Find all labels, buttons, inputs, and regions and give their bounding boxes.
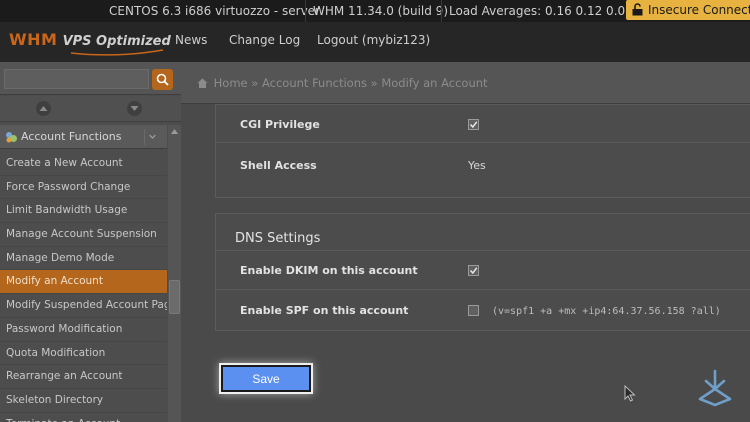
chevron-down-icon xyxy=(144,129,156,145)
sidebar: Account Functions Create a New Account F… xyxy=(0,62,181,422)
logo-swoosh-icon xyxy=(70,49,164,56)
whm-logo[interactable]: WHM VPS Optimized xyxy=(9,30,171,56)
cursor-icon xyxy=(624,385,636,402)
sidebar-item-rearrange-account[interactable]: Rearrange an Account xyxy=(0,365,167,389)
section-header-account-functions[interactable]: Account Functions xyxy=(0,125,167,149)
insecure-label: Insecure Connection xyxy=(648,3,750,17)
sidebar-item-terminate-account[interactable]: Terminate an Account xyxy=(0,413,167,422)
privileges-panel: CGI Privilege Shell Access Yes xyxy=(215,104,750,198)
sidebar-item-quota-modification[interactable]: Quota Modification xyxy=(0,342,167,366)
scroll-down-button[interactable] xyxy=(127,101,142,116)
server-info: CENTOS 6.3 i686 virtuozzo - server xyxy=(109,4,321,18)
breadcrumb-home[interactable]: Home xyxy=(214,76,248,90)
sidebar-item-force-password-change[interactable]: Force Password Change xyxy=(0,176,167,200)
cgi-privilege-row: CGI Privilege xyxy=(216,105,750,143)
dkim-row: Enable DKIM on this account xyxy=(216,250,750,290)
sidebar-item-password-modification[interactable]: Password Modification xyxy=(0,318,167,342)
main-content: Home » Account Functions » Modify an Acc… xyxy=(181,62,750,422)
status-bar: CENTOS 6.3 i686 virtuozzo - server WHM 1… xyxy=(0,0,750,22)
nav-news[interactable]: News xyxy=(175,33,207,47)
nav-logout[interactable]: Logout (mybiz123) xyxy=(317,33,430,47)
home-icon xyxy=(197,78,208,88)
arrow-down-icon xyxy=(130,106,139,111)
search-icon xyxy=(156,73,169,86)
sidebar-item-skeleton-directory[interactable]: Skeleton Directory xyxy=(0,389,167,413)
sidebar-item-modify-suspended-page[interactable]: Modify Suspended Account Page xyxy=(0,294,167,318)
shell-access-row: Shell Access Yes xyxy=(216,143,750,184)
sidebar-menu: Create a New Account Force Password Chan… xyxy=(0,152,167,422)
scroll-up-button[interactable] xyxy=(36,101,51,116)
shell-access-label: Shell Access xyxy=(240,159,317,172)
sidebar-item-manage-demo-mode[interactable]: Manage Demo Mode xyxy=(0,247,167,271)
breadcrumb-separator: » xyxy=(251,76,259,90)
breadcrumb-bar: Home » Account Functions » Modify an Acc… xyxy=(181,62,750,104)
arrow-up-icon xyxy=(39,106,48,111)
dkim-label: Enable DKIM on this account xyxy=(240,264,418,277)
whm-version: WHM 11.34.0 (build 9) xyxy=(313,4,448,18)
search-button[interactable] xyxy=(152,69,173,90)
spf-label: Enable SPF on this account xyxy=(240,304,409,317)
spf-row: Enable SPF on this account (v=spf1 +a +m… xyxy=(216,291,750,331)
insecure-connection-badge[interactable]: Insecure Connection xyxy=(626,0,750,20)
status-divider xyxy=(305,0,306,22)
dkim-checkbox[interactable] xyxy=(468,265,479,276)
section-header-label: Account Functions xyxy=(21,130,122,143)
search-input[interactable] xyxy=(4,69,149,89)
account-functions-icon xyxy=(6,132,17,143)
checkmark-icon xyxy=(469,121,478,129)
lock-icon xyxy=(632,3,643,16)
watermark-logo xyxy=(698,369,732,407)
load-averages: Load Averages: 0.16 0.12 0.03 xyxy=(449,4,633,18)
shell-access-value: Yes xyxy=(468,159,486,172)
logo-whm: WHM xyxy=(9,30,58,49)
cgi-privilege-checkbox[interactable] xyxy=(468,119,479,130)
sidebar-search xyxy=(0,62,181,95)
status-divider xyxy=(441,0,442,22)
spf-record: (v=spf1 +a +mx +ip4:64.37.56.158 ?all) xyxy=(492,306,721,317)
save-button[interactable]: Save xyxy=(221,365,311,392)
sidebar-item-limit-bandwidth[interactable]: Limit Bandwidth Usage xyxy=(0,199,167,224)
spf-checkbox[interactable] xyxy=(468,305,479,316)
dns-settings-panel: DNS Settings Enable DKIM on this account… xyxy=(215,213,750,331)
breadcrumb-account-functions[interactable]: Account Functions xyxy=(262,76,367,90)
sidebar-item-modify-account[interactable]: Modify an Account xyxy=(0,270,167,295)
arrow-up-icon xyxy=(171,129,178,134)
scrollbar-thumb[interactable] xyxy=(169,280,180,314)
checkmark-icon xyxy=(469,267,478,275)
header: WHM VPS Optimized News Change Log Logout… xyxy=(0,22,750,62)
sidebar-scrollbar[interactable] xyxy=(168,125,181,422)
nav-change-log[interactable]: Change Log xyxy=(229,33,300,47)
breadcrumb-current-page: Modify an Account xyxy=(381,76,488,90)
dns-settings-title: DNS Settings xyxy=(235,231,321,246)
sidebar-item-create-account[interactable]: Create a New Account xyxy=(0,152,167,176)
cgi-privilege-label: CGI Privilege xyxy=(240,118,320,131)
sidebar-item-manage-suspension[interactable]: Manage Account Suspension xyxy=(0,223,167,247)
sidebar-scroll-arrows xyxy=(0,96,181,122)
breadcrumb-separator: » xyxy=(370,76,378,90)
breadcrumb: Home » Account Functions » Modify an Acc… xyxy=(197,76,488,90)
